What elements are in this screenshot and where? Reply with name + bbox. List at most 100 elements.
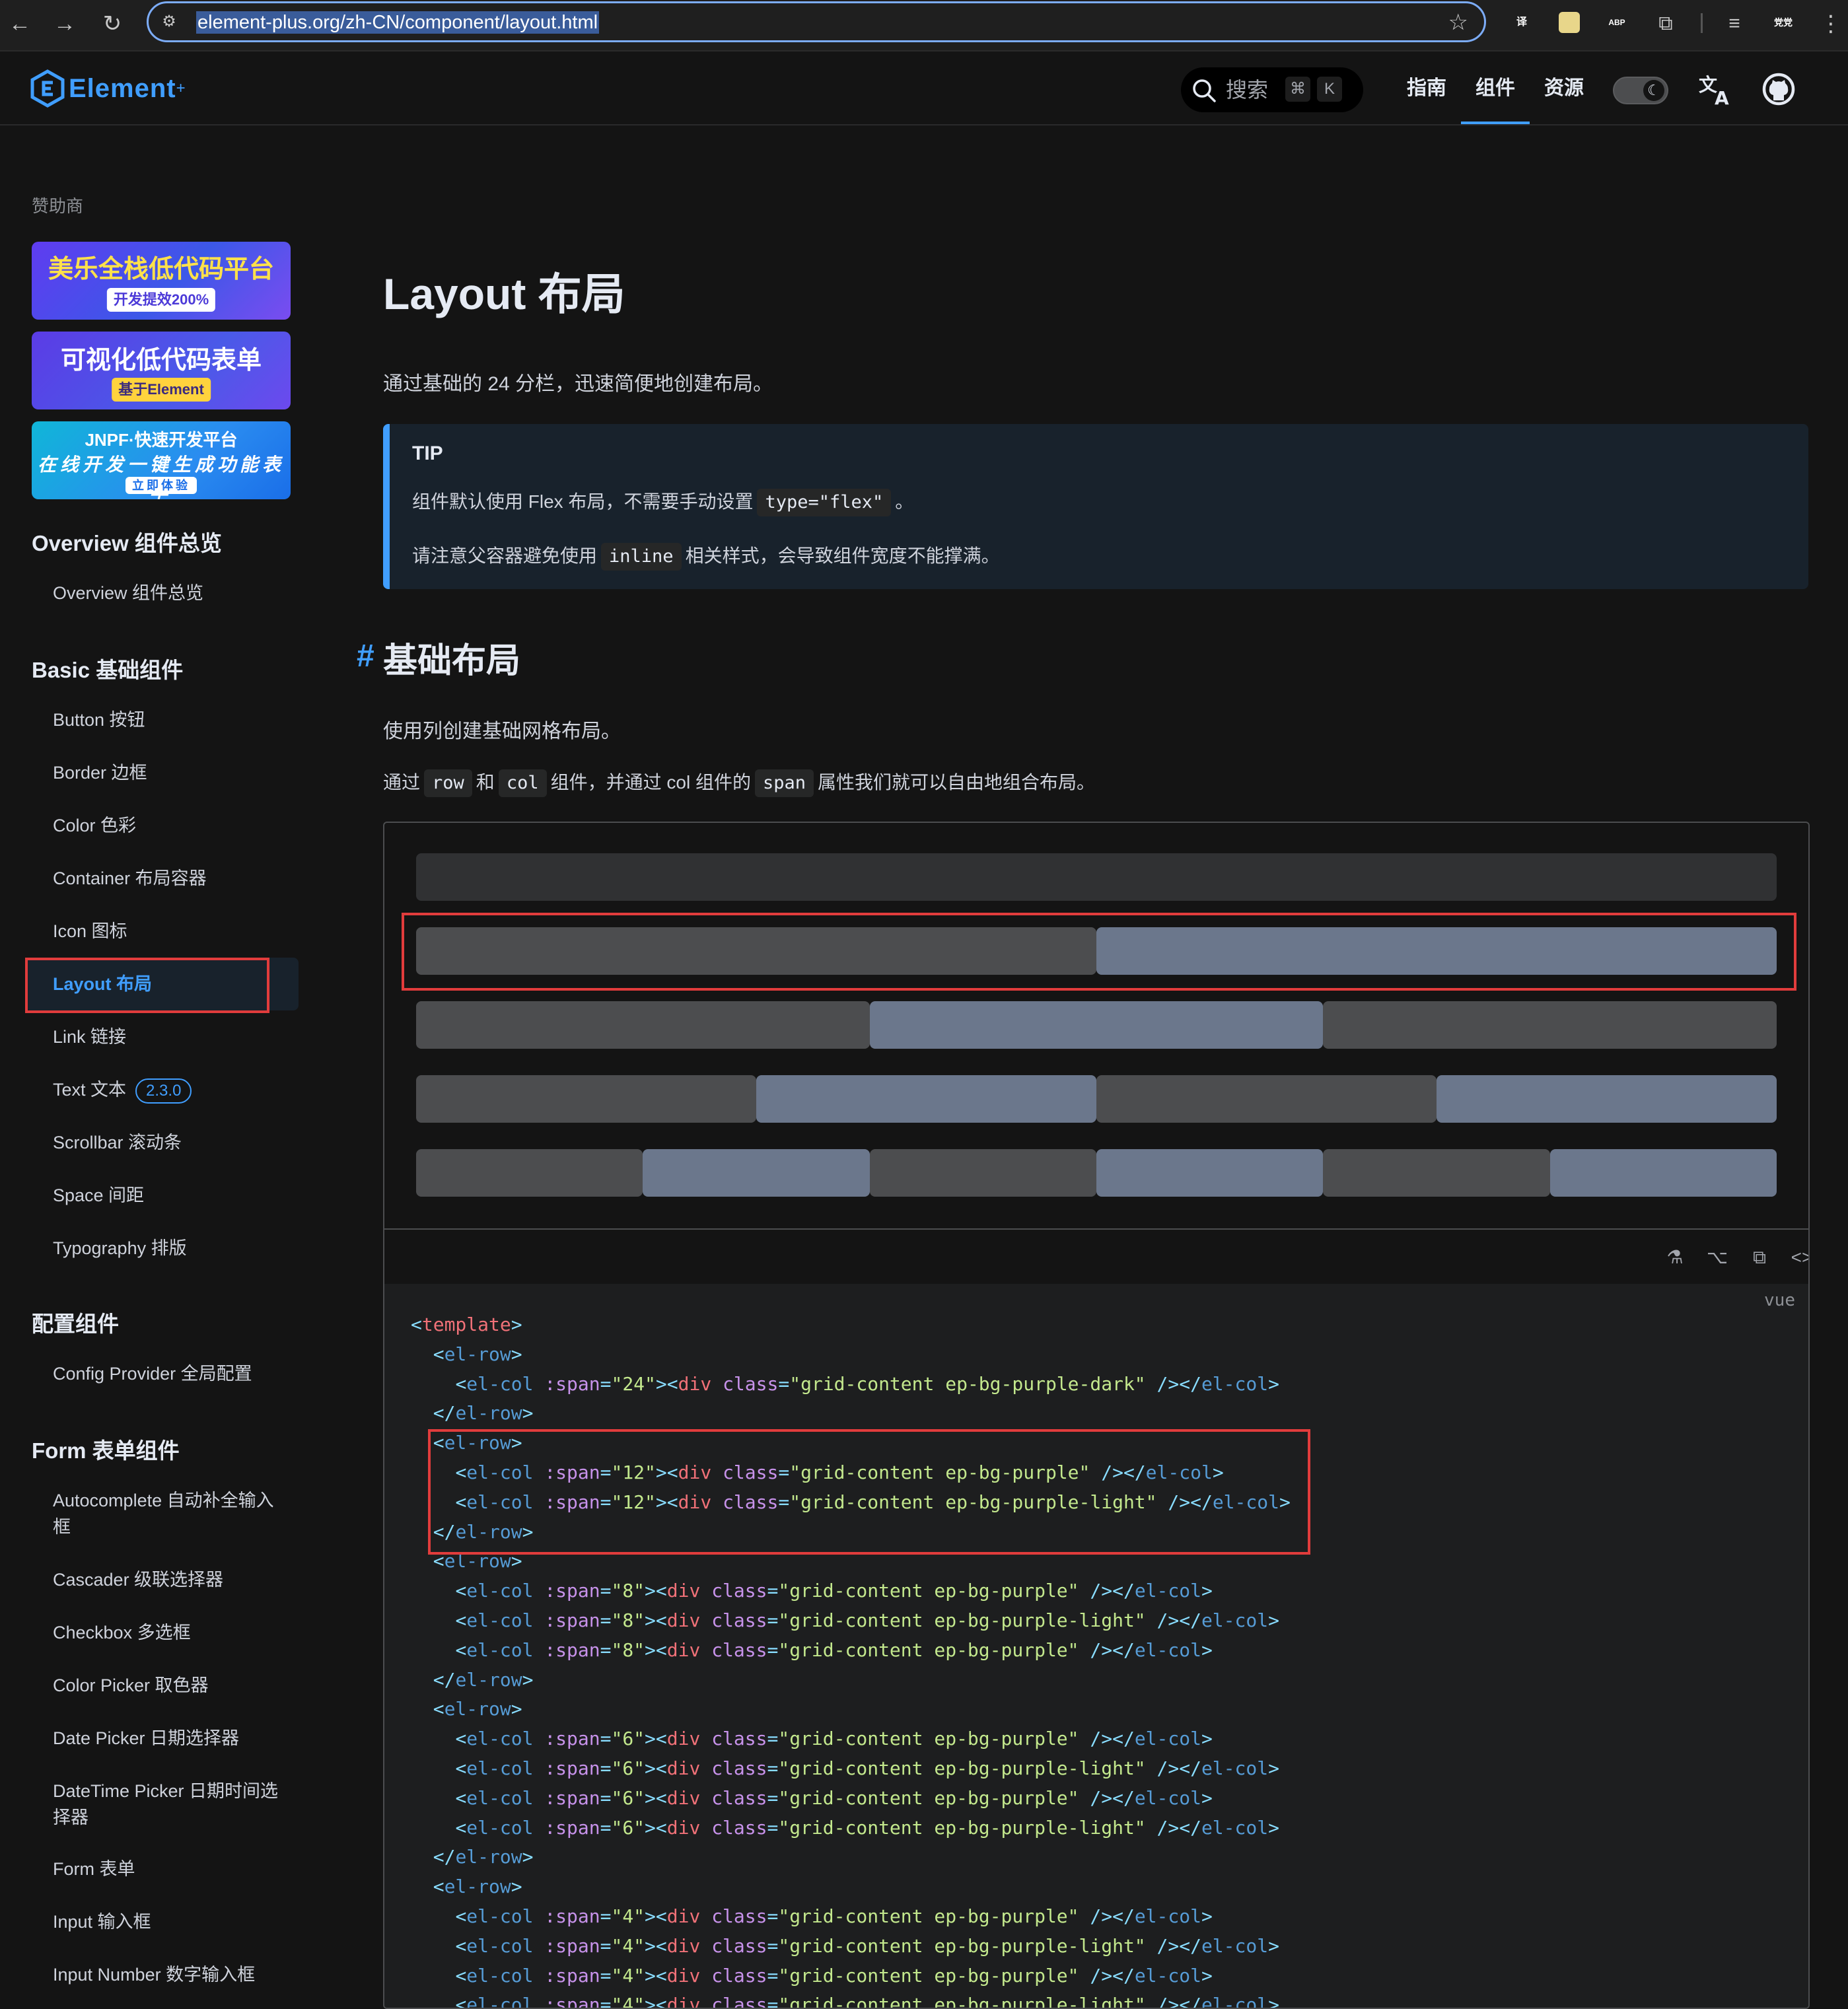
- bookmark-star-icon[interactable]: ☆: [1448, 10, 1468, 35]
- sidebar-item-input[interactable]: Input 输入框: [53, 1909, 151, 1935]
- banner-tag: 基于Element: [112, 378, 211, 402]
- sidebar-item-autocomplete[interactable]: Autocomplete 自动补全输入框: [53, 1487, 291, 1540]
- sidebar-item-overview[interactable]: Overview 组件总览: [53, 580, 203, 606]
- code-line: </el-row>: [433, 1402, 534, 1425]
- nav-guide[interactable]: 指南: [1407, 53, 1446, 124]
- tip-text: 相关样式，会导致组件宽度不能撑满。: [685, 546, 1000, 566]
- extensions-puzzle-icon[interactable]: ⧉: [1651, 9, 1680, 38]
- dark-mode-toggle[interactable]: ☾: [1613, 77, 1668, 104]
- toggle-code-icon[interactable]: <>: [1789, 1244, 1808, 1271]
- code-line: <el-col :span="4"><div class="grid-conte…: [455, 1905, 1213, 1927]
- sidebar-item-config-provider[interactable]: Config Provider 全局配置: [53, 1360, 252, 1387]
- code-line: <el-row>: [433, 1698, 522, 1720]
- notes-ext-icon[interactable]: [1559, 12, 1580, 33]
- sidebar-item-icon[interactable]: Icon 图标: [53, 918, 127, 944]
- toolbar-divider: [1701, 13, 1703, 33]
- code-line: <el-col :span="6"><div class="grid-conte…: [455, 1786, 1213, 1809]
- demo-block: ⚗ ⌥ ⧉ <> vue <template> <el-row> <el-col…: [383, 822, 1810, 2009]
- sidebar-item-label: Text 文本: [53, 1080, 127, 1100]
- site-settings-icon[interactable]: ⚙: [159, 12, 179, 32]
- version-badge: 2.3.0: [135, 1078, 192, 1104]
- sidebar-item-input-number[interactable]: Input Number 数字输入框: [53, 1961, 255, 1988]
- code-line: </el-row>: [433, 1668, 534, 1691]
- tip-box: TIP 组件默认使用 Flex 布局，不需要手动设置 type="flex"。 请…: [383, 424, 1808, 589]
- sidebar-item-checkbox[interactable]: Checkbox 多选框: [53, 1619, 191, 1646]
- sidebar-item-scrollbar[interactable]: Scrollbar 滚动条: [53, 1129, 182, 1156]
- paragraph-text: 属性我们就可以自由地组合布局。: [817, 772, 1095, 793]
- reading-list-icon[interactable]: ≡: [1720, 9, 1749, 38]
- logo-text: Element: [69, 73, 176, 103]
- group-title-basic: Basic 基础组件: [32, 658, 184, 682]
- profile-avatar[interactable]: 党党: [1773, 12, 1794, 33]
- grid-col: [1323, 1001, 1777, 1049]
- inline-code: type="flex": [757, 489, 892, 516]
- sidebar-item-link[interactable]: Link 链接: [53, 1024, 126, 1050]
- element-logo-icon: [30, 69, 65, 108]
- section-paragraph-2: 通过 row 和 col 组件，并通过 col 组件的 span 属性我们就可以自由地组合布…: [383, 767, 1095, 798]
- grid-row: [416, 1075, 1777, 1123]
- grid-row: [416, 1149, 1777, 1197]
- sidebar-item-color[interactable]: Color 色彩: [53, 812, 136, 839]
- back-arrow-icon[interactable]: ←: [5, 9, 34, 38]
- sponsor-banner-meile[interactable]: 美乐全栈低代码平台 开发提效200%: [32, 242, 291, 320]
- paragraph-text: 通过: [383, 772, 421, 793]
- sponsor-label: 赞助商: [32, 196, 84, 216]
- tip-line-1: 组件默认使用 Flex 布局，不需要手动设置 type="flex"。: [412, 487, 913, 516]
- sidebar-item-datetime-picker[interactable]: DateTime Picker 日期时间选择器: [53, 1778, 291, 1831]
- sponsor-banner-form[interactable]: 可视化低代码表单 基于Element: [32, 332, 291, 409]
- nav-component[interactable]: 组件: [1461, 53, 1530, 124]
- sidebar-item-color-picker[interactable]: Color Picker 取色器: [53, 1672, 209, 1699]
- code-line: <el-col :span="6"><div class="grid-conte…: [455, 1728, 1213, 1750]
- heading-anchor-link[interactable]: #: [357, 638, 374, 674]
- grid-col: [416, 1075, 756, 1123]
- address-bar[interactable]: ⚙ element-plus.org/zh-CN/component/layou…: [147, 1, 1486, 42]
- page-description: 通过基础的 24 分栏，迅速简便地创建布局。: [383, 373, 773, 395]
- sidebar-item-typography[interactable]: Typography 排版: [53, 1235, 187, 1261]
- sidebar-item-button[interactable]: Button 按钮: [53, 707, 145, 733]
- sponsor-banner-jnpf[interactable]: JNPF·快速开发平台 在线开发一键生成功能表单 立即体验: [32, 421, 291, 499]
- code-line: <el-col :span="6"><div class="grid-conte…: [455, 1816, 1279, 1839]
- url-text[interactable]: element-plus.org/zh-CN/component/layout.…: [196, 11, 600, 34]
- reload-icon[interactable]: ↻: [98, 9, 127, 38]
- search-button[interactable]: 搜索 ⌘ K: [1181, 67, 1363, 112]
- tip-text: 请注意父容器避免使用: [412, 546, 598, 566]
- code-lines: <template> <el-row> <el-col :span="24"><…: [411, 1310, 1291, 2008]
- grid-col: [1549, 1149, 1777, 1197]
- language-translate-icon[interactable]: 文 A: [1697, 71, 1733, 107]
- sidebar-item-cascader[interactable]: Cascader 级联选择器: [53, 1567, 223, 1593]
- sidebar-item-space[interactable]: Space 间距: [53, 1182, 144, 1209]
- annotation-highlight-code: [428, 1429, 1310, 1555]
- grid-col: [416, 853, 1777, 901]
- grid-row: [416, 1001, 1777, 1049]
- sidebar-item-container[interactable]: Container 布局容器: [53, 865, 207, 892]
- playground-flask-icon[interactable]: ⚗: [1662, 1244, 1688, 1271]
- code-line: </el-row>: [433, 1846, 534, 1868]
- tip-line-2: 请注意父容器避免使用 inline 相关样式，会导致组件宽度不能撑满。: [412, 542, 1000, 571]
- code-line: <el-col :span="24"><div class="grid-cont…: [455, 1372, 1279, 1395]
- search-shortcut-cmd: ⌘: [1285, 77, 1310, 102]
- search-icon: [1193, 79, 1216, 102]
- element-logo[interactable]: Element +: [30, 69, 186, 108]
- page-title: Layout 布局: [383, 269, 625, 318]
- sidebar-item-text[interactable]: Text 文本 2.3.0: [53, 1076, 192, 1104]
- sidebar-item-form[interactable]: Form 表单: [53, 1856, 135, 1882]
- nav-resource[interactable]: 资源: [1544, 53, 1584, 124]
- search-shortcut-k: K: [1317, 77, 1342, 102]
- translate-ext-icon[interactable]: 译: [1511, 12, 1532, 33]
- github-edit-icon[interactable]: ⌥: [1704, 1244, 1730, 1271]
- tip-text: 。: [895, 491, 914, 512]
- banner-title: JNPF·快速开发平台: [85, 430, 238, 450]
- sidebar-item-border[interactable]: Border 边框: [53, 759, 147, 786]
- inline-code: col: [498, 769, 547, 797]
- adblock-ext-icon[interactable]: ABP: [1606, 12, 1627, 33]
- github-icon[interactable]: [1761, 71, 1796, 107]
- more-menu-icon[interactable]: ⋮: [1816, 9, 1845, 38]
- annotation-highlight-sidebar: [25, 958, 269, 1013]
- section-heading: 基础布局: [383, 642, 521, 680]
- forward-arrow-icon[interactable]: →: [50, 9, 79, 38]
- browser-toolbar: ← → ↻ ⚙ element-plus.org/zh-CN/component…: [0, 0, 1848, 52]
- copy-code-icon[interactable]: ⧉: [1746, 1244, 1773, 1271]
- grid-col: [869, 1149, 1096, 1197]
- sidebar-item-date-picker[interactable]: Date Picker 日期选择器: [53, 1725, 239, 1751]
- sidebar: 赞助商 美乐全栈低代码平台 开发提效200% 可视化低代码表单 基于Elemen…: [0, 127, 310, 2009]
